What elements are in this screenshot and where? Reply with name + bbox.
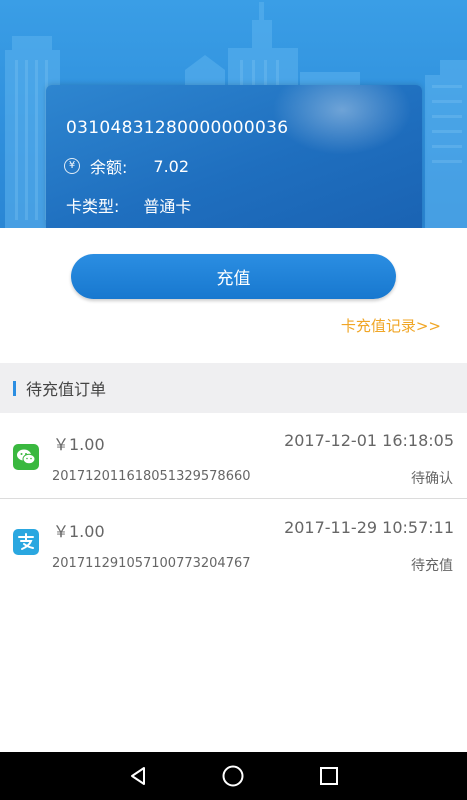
alipay-icon xyxy=(13,529,39,555)
order-status: 待确认 xyxy=(411,471,453,487)
balance-row: ¥ 余额: 7.02 xyxy=(64,155,189,177)
order-status: 待充值 xyxy=(411,558,453,574)
balance-label: 余额: xyxy=(90,158,128,177)
recharge-button[interactable]: 充值 xyxy=(71,254,396,299)
header-banner: 03104831280000000036 ¥ 余额: 7.02 卡类型: 普通卡 xyxy=(0,0,467,228)
wechat-pay-icon xyxy=(13,444,39,470)
order-time: 2017-12-01 16:18:05 xyxy=(284,431,454,450)
order-time: 2017-11-29 10:57:11 xyxy=(284,518,454,537)
card-glow xyxy=(272,85,412,155)
card-type-value: 普通卡 xyxy=(143,197,192,216)
pending-order-item[interactable]: ￥1.00 2017-12-01 16:18:05 20171201161805… xyxy=(0,413,467,499)
section-accent-bar xyxy=(13,380,16,396)
order-number: 20171129105710077320476​7 xyxy=(52,556,251,571)
pending-orders-header: 待充值订单 xyxy=(0,363,467,413)
balance-value: 7.02 xyxy=(153,156,190,176)
card-type-row: 卡类型: 普通卡 xyxy=(66,193,191,217)
recharge-history-link[interactable]: 卡充值记录>> xyxy=(341,315,441,336)
order-amount: ￥1.00 xyxy=(53,522,105,541)
pending-orders-title: 待充值订单 xyxy=(26,380,107,399)
order-amount: ￥1.00 xyxy=(53,435,105,454)
recharge-screen: 03104831280000000036 ¥ 余额: 7.02 卡类型: 普通卡… xyxy=(0,0,467,800)
yen-circle-icon: ¥ xyxy=(64,158,80,174)
back-icon[interactable] xyxy=(123,761,153,791)
order-number: 20171201161805132957866​0 xyxy=(52,469,251,484)
pending-order-item[interactable]: ￥1.00 2017-11-29 10:57:11 20171129105710… xyxy=(0,500,467,586)
card-type-label: 卡类型: xyxy=(66,197,120,216)
card-number: 03104831280000000036 xyxy=(66,118,289,138)
recents-icon[interactable] xyxy=(314,761,344,791)
system-navigation-bar xyxy=(0,752,467,800)
home-icon[interactable] xyxy=(218,761,248,791)
membership-card: 03104831280000000036 ¥ 余额: 7.02 卡类型: 普通卡 xyxy=(46,85,422,228)
